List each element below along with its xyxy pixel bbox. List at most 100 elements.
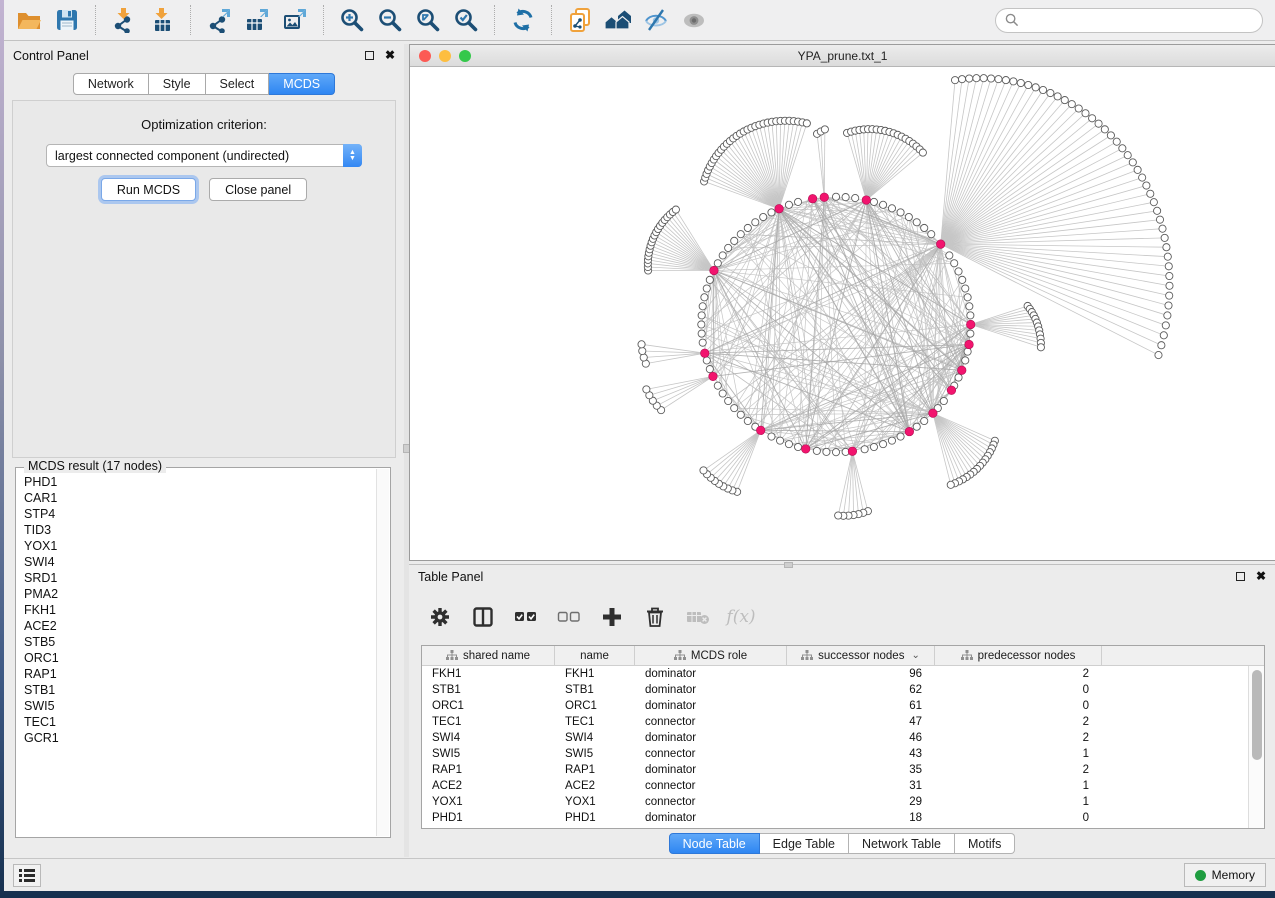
network-graph[interactable] xyxy=(410,67,1275,560)
network-node[interactable] xyxy=(752,219,759,226)
network-node[interactable] xyxy=(905,213,912,220)
network-node[interactable] xyxy=(958,76,965,83)
network-node[interactable] xyxy=(861,446,868,453)
network-node[interactable] xyxy=(706,276,713,283)
network-node[interactable] xyxy=(638,341,645,348)
network-node[interactable] xyxy=(725,397,732,404)
close-panel-icon[interactable]: ✖ xyxy=(385,50,395,60)
network-hub-node[interactable] xyxy=(905,427,914,436)
zoom-out-button[interactable] xyxy=(371,3,409,37)
mcds-result-item[interactable]: RAP1 xyxy=(24,666,376,682)
network-node[interactable] xyxy=(1160,332,1167,339)
network-hub-node[interactable] xyxy=(965,340,974,349)
network-hub-node[interactable] xyxy=(808,194,817,203)
table-row[interactable]: ACE2ACE2connector311 xyxy=(422,778,1248,794)
import-table-button[interactable] xyxy=(143,3,181,37)
network-hub-node[interactable] xyxy=(801,445,810,454)
mcds-result-scrollbar[interactable] xyxy=(376,469,389,836)
network-node[interactable] xyxy=(879,201,886,208)
hide-selected-button[interactable] xyxy=(637,3,675,37)
tab-mcds[interactable]: MCDS xyxy=(269,73,335,95)
network-node[interactable] xyxy=(768,433,775,440)
network-node[interactable] xyxy=(760,213,767,220)
mcds-result-item[interactable]: CAR1 xyxy=(24,490,376,506)
network-node[interactable] xyxy=(1154,207,1161,214)
network-node[interactable] xyxy=(768,209,775,216)
network-node[interactable] xyxy=(966,75,973,82)
network-node[interactable] xyxy=(1124,152,1131,159)
network-node[interactable] xyxy=(888,205,895,212)
network-node[interactable] xyxy=(962,357,969,364)
network-node[interactable] xyxy=(913,423,920,430)
clone-network-button[interactable] xyxy=(561,3,599,37)
network-node[interactable] xyxy=(744,224,751,231)
table-row[interactable]: SWI5SWI5connector431 xyxy=(422,746,1248,762)
network-node[interactable] xyxy=(955,268,962,275)
network-node[interactable] xyxy=(921,224,928,231)
tab-motifs[interactable]: Motifs xyxy=(955,833,1015,854)
mcds-result-item[interactable]: SWI4 xyxy=(24,554,376,570)
network-node[interactable] xyxy=(1156,216,1163,223)
refresh-button[interactable] xyxy=(504,3,542,37)
network-node[interactable] xyxy=(639,347,646,354)
network-node[interactable] xyxy=(888,437,895,444)
column-header-predecessor-nodes[interactable]: predecessor nodes xyxy=(935,646,1102,665)
tab-network-table[interactable]: Network Table xyxy=(849,833,955,854)
network-node[interactable] xyxy=(706,366,713,373)
network-node[interactable] xyxy=(1037,344,1044,351)
tab-network[interactable]: Network xyxy=(73,73,149,95)
mcds-result-item[interactable]: TEC1 xyxy=(24,714,376,730)
network-node[interactable] xyxy=(842,194,849,201)
table-scrollbar[interactable] xyxy=(1248,666,1264,828)
network-node[interactable] xyxy=(955,374,962,381)
mcds-result-item[interactable]: TID3 xyxy=(24,522,376,538)
table-row[interactable]: FKH1FKH1dominator962 xyxy=(422,666,1248,682)
show-columns-button[interactable] xyxy=(468,602,498,632)
network-node[interactable] xyxy=(897,433,904,440)
table-row[interactable]: SWI4SWI4dominator462 xyxy=(422,730,1248,746)
network-node[interactable] xyxy=(714,260,721,267)
network-node[interactable] xyxy=(966,303,973,310)
network-node[interactable] xyxy=(1054,93,1061,100)
network-hub-node[interactable] xyxy=(756,426,765,435)
horizontal-splitter-grip[interactable] xyxy=(784,562,793,568)
network-node[interactable] xyxy=(1002,76,1009,83)
network-node[interactable] xyxy=(1162,322,1169,329)
network-hub-node[interactable] xyxy=(710,266,719,275)
network-hub-node[interactable] xyxy=(848,447,857,456)
network-node[interactable] xyxy=(803,120,810,127)
network-hub-node[interactable] xyxy=(862,196,871,205)
save-session-button[interactable] xyxy=(48,3,86,37)
network-node[interactable] xyxy=(870,198,877,205)
network-node[interactable] xyxy=(1039,86,1046,93)
network-node[interactable] xyxy=(698,312,705,319)
network-node[interactable] xyxy=(1150,199,1157,206)
network-node[interactable] xyxy=(1166,292,1173,299)
network-node[interactable] xyxy=(1139,174,1146,181)
zoom-in-button[interactable] xyxy=(333,3,371,37)
network-node[interactable] xyxy=(1147,190,1154,197)
network-node[interactable] xyxy=(785,201,792,208)
open-file-button[interactable] xyxy=(10,3,48,37)
mcds-result-item[interactable]: ACE2 xyxy=(24,618,376,634)
mcds-result-item[interactable]: PHD1 xyxy=(24,474,376,490)
float-table-panel-icon[interactable] xyxy=(1236,572,1245,581)
network-window-titlebar[interactable]: YPA_prune.txt_1 xyxy=(410,45,1275,67)
table-row[interactable]: YOX1YOX1connector291 xyxy=(422,794,1248,810)
zoom-selected-button[interactable] xyxy=(447,3,485,37)
table-row[interactable]: PHD1PHD1dominator180 xyxy=(422,810,1248,826)
network-node[interactable] xyxy=(913,219,920,226)
network-node[interactable] xyxy=(1025,81,1032,88)
network-node[interactable] xyxy=(699,339,706,346)
deselect-all-button[interactable] xyxy=(554,602,584,632)
network-node[interactable] xyxy=(1143,182,1150,189)
network-node[interactable] xyxy=(1161,234,1168,241)
network-hub-node[interactable] xyxy=(936,240,945,249)
mcds-result-item[interactable]: FKH1 xyxy=(24,602,376,618)
network-node[interactable] xyxy=(995,76,1002,83)
network-node[interactable] xyxy=(731,405,738,412)
network-node[interactable] xyxy=(832,449,839,456)
network-node[interactable] xyxy=(640,354,647,361)
search-field[interactable] xyxy=(995,8,1263,33)
mcds-result-item[interactable]: STP4 xyxy=(24,506,376,522)
